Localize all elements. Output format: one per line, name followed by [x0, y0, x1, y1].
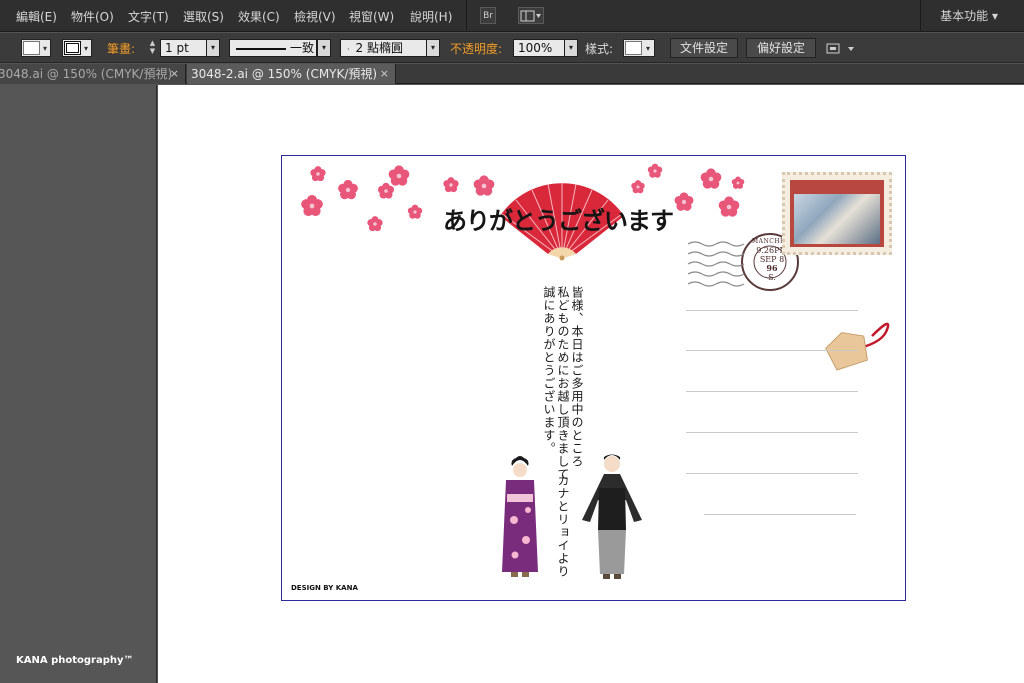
stamp-photo: [794, 194, 880, 244]
design-credit[interactable]: DESIGN BY KANA: [291, 584, 358, 592]
postmark-suffix: S.: [768, 273, 776, 282]
card-title[interactable]: ありがとうございます: [443, 201, 674, 236]
message-line-1[interactable]: 皆様、本日はご多用中のところ: [570, 286, 584, 468]
address-line: [686, 310, 858, 311]
address-line: [704, 514, 856, 515]
bride-figure: [502, 456, 538, 577]
address-line: [686, 432, 858, 433]
postage-stamp[interactable]: [782, 172, 892, 255]
postmark-year: 96: [766, 263, 778, 273]
message-line-2[interactable]: 私どものためにお越し頂きまして: [556, 286, 570, 481]
groom-figure: [582, 454, 642, 579]
message-line-3[interactable]: 誠にありがとうございます。: [542, 286, 556, 455]
address-line: [686, 473, 858, 474]
postcard-illustrations: [301, 163, 890, 579]
ema-wooden-plaque: [825, 322, 890, 371]
address-line: [686, 391, 858, 392]
stamp-frame: [790, 180, 884, 247]
signature[interactable]: カナとリョイより: [556, 474, 570, 578]
address-line: [686, 350, 858, 351]
